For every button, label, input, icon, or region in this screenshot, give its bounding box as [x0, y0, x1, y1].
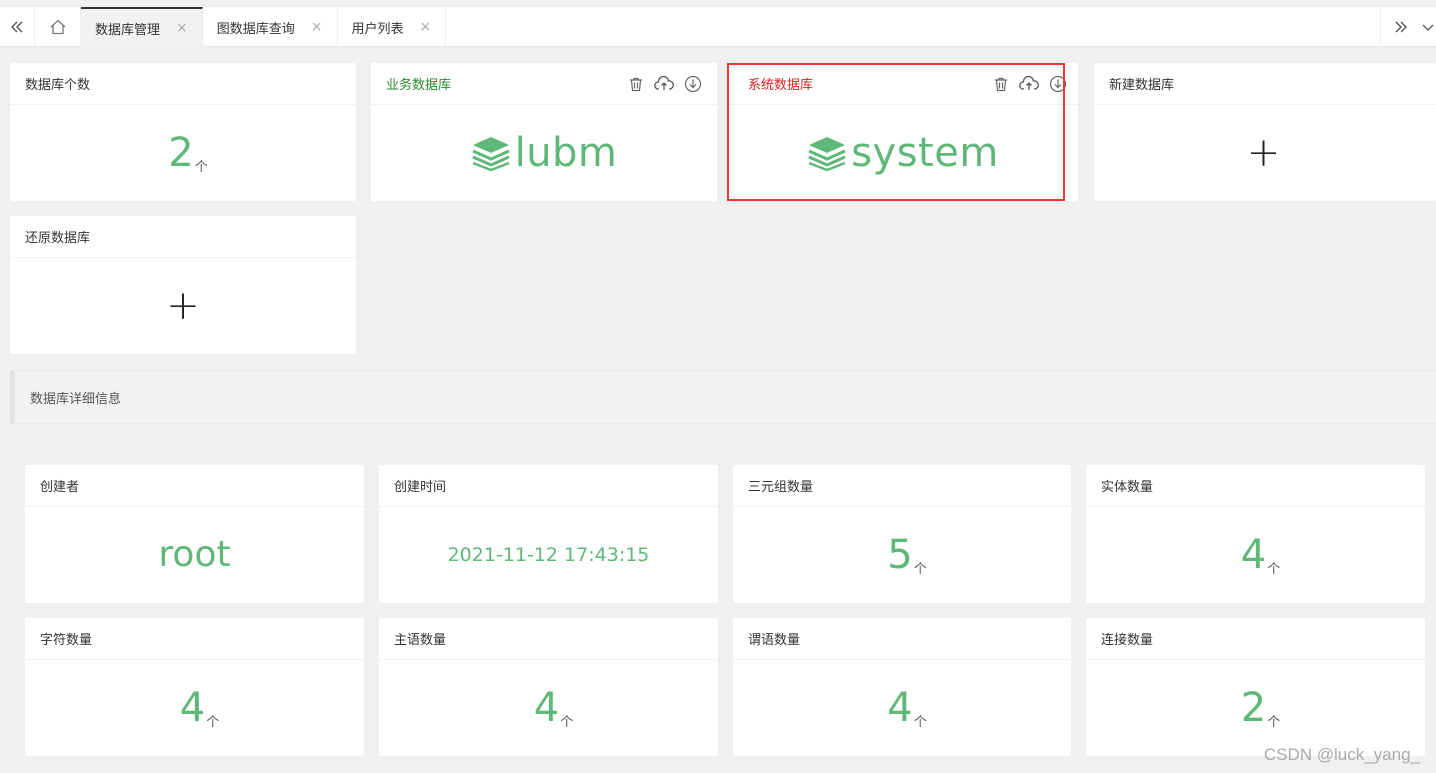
restore-database-button[interactable]: +	[166, 286, 200, 326]
detail-value: 4	[1240, 531, 1267, 578]
detail-unit: 个	[913, 561, 927, 577]
db-count-value: 2	[168, 129, 194, 176]
database-stack-icon	[471, 136, 510, 171]
tab-label: 用户列表	[351, 21, 404, 37]
detail-unit: 个	[1267, 561, 1281, 577]
database-name: system	[851, 129, 999, 176]
detail-value: 5	[887, 531, 913, 578]
tab-label: 数据库管理	[95, 22, 161, 38]
database-card-lubm[interactable]: 业务数据库 lubm	[371, 63, 717, 201]
close-icon[interactable]: ×	[311, 19, 323, 35]
home-icon	[50, 19, 65, 35]
close-icon[interactable]: ×	[176, 20, 188, 36]
detail-card-entities: 实体数量 4 个	[1086, 465, 1425, 603]
detail-unit: 个	[206, 714, 220, 730]
detail-label: 主语数量	[379, 618, 718, 660]
tab-bar-spacer	[446, 7, 1380, 46]
chevron-down-icon	[1422, 24, 1434, 31]
card-title: 数据库个数	[10, 63, 356, 105]
detail-value: 4	[887, 684, 913, 731]
detail-label: 连接数量	[1086, 618, 1425, 660]
trash-icon[interactable]	[628, 76, 644, 92]
tab-user-list[interactable]: 用户列表 ×	[338, 7, 447, 47]
detail-value: 2	[1240, 684, 1267, 731]
detail-label: 谓语数量	[733, 618, 1071, 660]
detail-card-literals: 字符数量 4 个	[25, 618, 364, 756]
detail-card-triples: 三元组数量 5 个	[733, 465, 1071, 603]
detail-card-subjects: 主语数量 4 个	[379, 618, 718, 756]
card-title: 新建数据库	[1094, 63, 1436, 105]
database-type-title: 业务数据库	[386, 78, 452, 93]
scroll-tabs-left-button[interactable]	[0, 7, 35, 47]
detail-card-predicates: 谓语数量 4 个	[733, 618, 1071, 756]
detail-value: 4	[179, 684, 206, 731]
new-database-card[interactable]: 新建数据库 +	[1094, 63, 1436, 201]
add-database-button[interactable]: +	[1247, 133, 1281, 173]
database-type-title: 系统数据库	[748, 78, 814, 93]
detail-value: 4	[533, 684, 560, 731]
double-right-icon	[1395, 21, 1407, 33]
detail-label: 创建时间	[379, 465, 718, 507]
db-count-card: 数据库个数 2 个	[10, 63, 356, 201]
cloud-upload-icon[interactable]	[1019, 75, 1039, 92]
close-icon[interactable]: ×	[420, 19, 432, 35]
detail-label: 创建者	[25, 465, 364, 507]
double-left-icon	[11, 21, 23, 33]
watermark: CSDN @luck_yang_	[1263, 745, 1420, 764]
detail-unit: 个	[1267, 714, 1281, 730]
detail-label: 字符数量	[25, 618, 364, 660]
detail-label: 实体数量	[1086, 465, 1425, 507]
database-stack-icon	[808, 136, 846, 171]
detail-value: 2021-11-12 17:43:15	[447, 543, 650, 566]
detail-unit: 个	[560, 714, 574, 730]
detail-card-connections: 连接数量 2 个	[1086, 618, 1425, 756]
detail-card-create-time: 创建时间 2021-11-12 17:43:15	[379, 465, 718, 603]
detail-card-creator: 创建者 root	[25, 465, 364, 603]
trash-icon[interactable]	[993, 76, 1009, 92]
tab-graph-query[interactable]: 图数据库查询 ×	[203, 7, 338, 47]
database-name: lubm	[514, 129, 618, 176]
database-card-system[interactable]: 系统数据库 system	[728, 63, 1078, 201]
tab-database-management[interactable]: 数据库管理 ×	[81, 7, 203, 47]
tab-label: 图数据库查询	[216, 21, 295, 37]
detail-label: 三元组数量	[733, 465, 1071, 507]
card-title: 还原数据库	[10, 216, 356, 258]
detail-unit: 个	[913, 714, 927, 730]
detail-value: root	[158, 533, 231, 575]
scroll-tabs-right-button[interactable]	[1380, 7, 1420, 47]
tab-bar: 数据库管理 × 图数据库查询 × 用户列表 ×	[0, 0, 1436, 47]
section-header: 数据库详细信息	[10, 370, 1436, 424]
section-title: 数据库详细信息	[30, 391, 122, 407]
download-icon[interactable]	[684, 75, 702, 93]
download-icon[interactable]	[1049, 75, 1067, 93]
tab-menu-button[interactable]	[1420, 7, 1436, 47]
cloud-upload-icon[interactable]	[654, 75, 674, 92]
db-count-unit: 个	[194, 159, 208, 175]
restore-database-card[interactable]: 还原数据库 +	[10, 216, 356, 354]
home-tab[interactable]	[35, 7, 81, 47]
